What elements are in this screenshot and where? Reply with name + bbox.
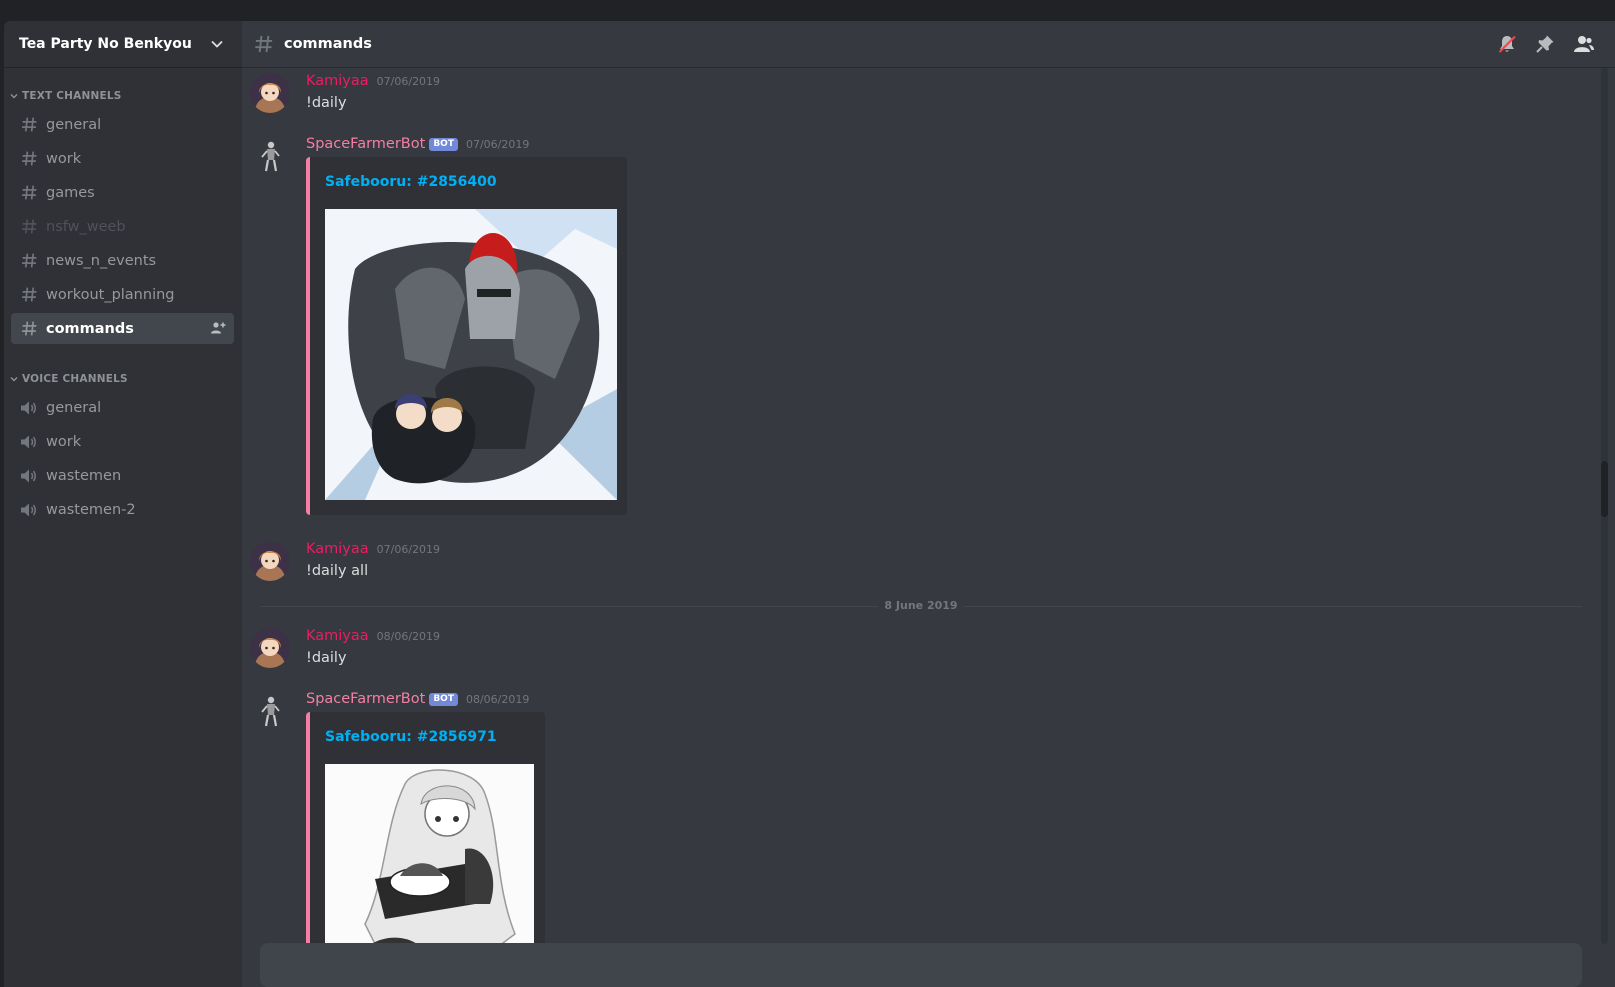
embed-title-link[interactable]: Safebooru: #2856971 bbox=[325, 729, 497, 745]
date-divider: 8 June 2019 bbox=[260, 599, 1582, 612]
message-text: !daily all bbox=[306, 563, 369, 579]
channel-commands[interactable]: commands bbox=[11, 313, 234, 344]
channel-sidebar: Tea Party No Benkyou TEXT CHANNELS gener… bbox=[4, 21, 242, 987]
chevron-down-icon bbox=[10, 377, 18, 382]
hashtag-icon bbox=[20, 320, 38, 338]
voice-channel-wastemen-2[interactable]: wastemen-2 bbox=[11, 494, 234, 525]
message: Kamiyaa 08/06/2019 !daily bbox=[250, 628, 850, 672]
message-input-bar[interactable] bbox=[260, 943, 1582, 987]
chevron-down-icon bbox=[211, 40, 223, 48]
channel-label: games bbox=[46, 184, 95, 201]
embed-image[interactable] bbox=[325, 764, 534, 944]
scrollbar-track[interactable] bbox=[1601, 68, 1608, 944]
muted-bell-icon[interactable] bbox=[1497, 34, 1517, 54]
author-name[interactable]: SpaceFarmerBot bbox=[306, 136, 425, 152]
timestamp: 08/06/2019 bbox=[376, 629, 441, 643]
speaker-icon bbox=[20, 433, 38, 451]
chat-area: commands Kamiyaa 07/06/2019 !daily Space… bbox=[242, 21, 1615, 987]
avatar[interactable] bbox=[250, 691, 290, 731]
author-name[interactable]: Kamiyaa bbox=[306, 628, 369, 644]
voice-channels-category[interactable]: VOICE CHANNELS bbox=[4, 372, 242, 386]
speaker-icon bbox=[20, 467, 38, 485]
speaker-icon bbox=[20, 399, 38, 417]
channel-label: work bbox=[46, 150, 82, 167]
window-titlebar bbox=[0, 0, 1615, 20]
message-text: !daily bbox=[306, 95, 347, 111]
channel-label: work bbox=[46, 433, 82, 450]
members-icon[interactable] bbox=[1573, 34, 1595, 54]
channel-general[interactable]: general bbox=[11, 109, 234, 140]
timestamp: 07/06/2019 bbox=[465, 137, 530, 151]
embed: Safebooru: #2856400 bbox=[306, 157, 627, 515]
message: SpaceFarmerBot BOT 07/06/2019 Safebooru:… bbox=[250, 136, 890, 520]
channel-news-n-events[interactable]: news_n_events bbox=[11, 245, 234, 276]
author-name[interactable]: Kamiyaa bbox=[306, 541, 369, 557]
channel-label: workout_planning bbox=[46, 286, 175, 303]
channel-label: wastemen bbox=[46, 467, 122, 484]
channel-header: commands bbox=[242, 21, 1615, 67]
message: Kamiyaa 07/06/2019 !daily all bbox=[250, 541, 850, 585]
avatar[interactable] bbox=[250, 628, 290, 668]
guild-header[interactable]: Tea Party No Benkyou bbox=[4, 21, 242, 67]
scrollbar-thumb[interactable] bbox=[1601, 461, 1608, 517]
bot-badge: BOT bbox=[429, 137, 458, 151]
timestamp: 08/06/2019 bbox=[465, 692, 530, 706]
avatar[interactable] bbox=[250, 541, 290, 581]
embed-image[interactable] bbox=[325, 209, 617, 500]
hashtag-icon bbox=[20, 116, 38, 134]
hashtag-icon bbox=[20, 218, 38, 236]
hashtag-icon bbox=[20, 184, 38, 202]
hashtag-icon bbox=[20, 252, 38, 270]
author-name[interactable]: SpaceFarmerBot bbox=[306, 691, 425, 707]
channel-label: commands bbox=[46, 320, 134, 337]
channel-games[interactable]: games bbox=[11, 177, 234, 208]
chevron-down-icon bbox=[10, 94, 18, 99]
message-text: !daily bbox=[306, 650, 347, 666]
guild-name: Tea Party No Benkyou bbox=[19, 36, 192, 52]
avatar[interactable] bbox=[250, 136, 290, 176]
date-divider-label: 8 June 2019 bbox=[878, 599, 964, 612]
hashtag-icon bbox=[20, 286, 38, 304]
avatar[interactable] bbox=[250, 73, 290, 113]
channel-label: nsfw_weeb bbox=[46, 218, 126, 235]
channel-label: general bbox=[46, 399, 102, 416]
channel-work[interactable]: work bbox=[11, 143, 234, 174]
bot-badge: BOT bbox=[429, 692, 458, 706]
voice-channel-work[interactable]: work bbox=[11, 426, 234, 457]
speaker-icon bbox=[20, 501, 38, 519]
timestamp: 07/06/2019 bbox=[376, 74, 441, 88]
channel-nsfw-weeb[interactable]: nsfw_weeb bbox=[11, 211, 234, 242]
message-list: Kamiyaa 07/06/2019 !daily SpaceFarmerBot… bbox=[242, 68, 1582, 944]
hashtag-icon bbox=[255, 35, 273, 53]
message: Kamiyaa 07/06/2019 !daily bbox=[250, 73, 850, 117]
channel-title: commands bbox=[284, 36, 372, 52]
channel-label: general bbox=[46, 116, 102, 133]
embed-title-link[interactable]: Safebooru: #2856400 bbox=[325, 174, 497, 190]
text-channels-category[interactable]: TEXT CHANNELS bbox=[4, 89, 242, 103]
create-invite-icon[interactable] bbox=[210, 321, 226, 339]
author-name[interactable]: Kamiyaa bbox=[306, 73, 369, 89]
hashtag-icon bbox=[20, 150, 38, 168]
timestamp: 07/06/2019 bbox=[376, 542, 441, 556]
category-label: TEXT CHANNELS bbox=[22, 90, 122, 102]
pin-icon[interactable] bbox=[1535, 34, 1555, 54]
message: SpaceFarmerBot BOT 08/06/2019 Safebooru:… bbox=[250, 691, 850, 944]
category-label: VOICE CHANNELS bbox=[22, 373, 128, 385]
channel-label: news_n_events bbox=[46, 252, 157, 269]
voice-channel-wastemen[interactable]: wastemen bbox=[11, 460, 234, 491]
voice-channel-general[interactable]: general bbox=[11, 392, 234, 423]
embed: Safebooru: #2856971 bbox=[306, 712, 545, 944]
channel-workout-planning[interactable]: workout_planning bbox=[11, 279, 234, 310]
channel-label: wastemen-2 bbox=[46, 501, 136, 518]
